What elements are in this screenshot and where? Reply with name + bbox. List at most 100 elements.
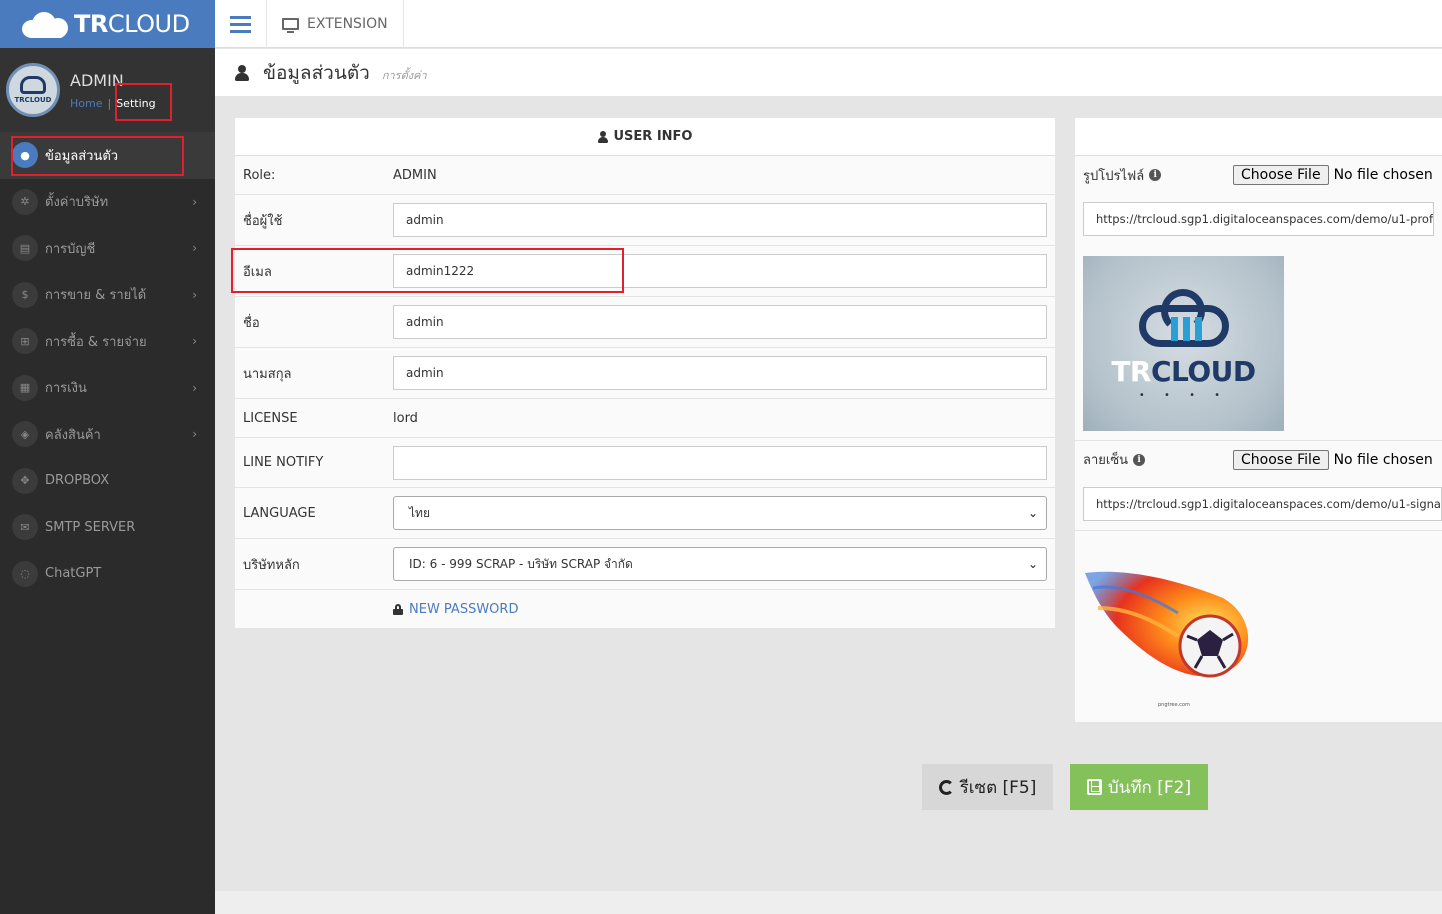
sidebar-item-10[interactable]: ◌ ChatGPT	[0, 551, 215, 598]
chevron-right-icon: ›	[192, 334, 197, 349]
firstname-label: ชื่อ	[243, 315, 260, 331]
firstname-input[interactable]: admin	[393, 305, 1047, 339]
role-value: ADMIN	[393, 167, 437, 183]
username-label: ชื่อผู้ใช้	[243, 213, 283, 229]
extension-label: EXTENSION	[307, 16, 388, 32]
sidebar-item-6[interactable]: ▦ การเงิน ›	[0, 365, 215, 412]
signature-file-row: ลายเซ็น i Choose File No file chosen	[1075, 440, 1442, 478]
language-select[interactable]: ไทย ⌄	[393, 496, 1047, 530]
sidebar-item-label: การขาย & รายได้	[45, 288, 147, 304]
signature-url-field[interactable]: https://trcloud.sgp1.digitaloceanspaces.…	[1083, 487, 1442, 521]
sidebar-item-label: DROPBOX	[45, 473, 110, 489]
reset-button[interactable]: รีเซต [F5]	[922, 764, 1053, 810]
setting-highlight-box	[115, 83, 172, 121]
sidebar-item-3[interactable]: ▤ การบัญชี ›	[0, 225, 215, 272]
chevron-down-icon: ⌄	[1027, 557, 1038, 571]
sidebar-item-4[interactable]: $ การขาย & รายได้ ›	[0, 272, 215, 319]
user-info-panel: USER INFO Role: ADMIN ชื่อผู้ใช้ admin อ…	[235, 118, 1055, 628]
user-info-heading: USER INFO	[235, 118, 1055, 156]
avatar-text: TRCLOUD	[14, 96, 52, 104]
brand-logo[interactable]: TRCLOUD	[0, 0, 215, 48]
language-label: LANGUAGE	[243, 505, 316, 521]
profile-url-field[interactable]: https://trcloud.sgp1.digitaloceanspaces.…	[1083, 202, 1434, 236]
signature-choose-file-button[interactable]: Choose File	[1233, 449, 1329, 470]
lastname-input[interactable]: admin	[393, 356, 1047, 390]
sidebar-item-label: การบัญชี	[45, 241, 96, 257]
topbar: EXTENSION	[215, 0, 1442, 48]
chevron-right-icon: ›	[192, 427, 197, 442]
chevron-right-icon: ›	[192, 241, 197, 256]
chevron-right-icon: ›	[192, 287, 197, 302]
extension-tab[interactable]: EXTENSION	[267, 0, 404, 48]
monitor-icon	[282, 18, 299, 33]
footer-band	[215, 891, 1442, 914]
sidebar-item-2[interactable]: ✲ ตั้งค่าบริษัท ›	[0, 179, 215, 226]
fireball-football-icon: pngtree.com	[1085, 571, 1249, 708]
username-input[interactable]: admin	[393, 203, 1047, 237]
license-value: lord	[393, 410, 418, 426]
lastname-label: นามสกุล	[243, 366, 292, 382]
line-notify-row: LINE NOTIFY	[235, 438, 1055, 488]
page-subtitle: การตั้งค่า	[381, 68, 427, 82]
envelope-icon: ✉	[12, 514, 38, 541]
sidebar-item-7[interactable]: ◈ คลังสินค้า ›	[0, 411, 215, 458]
chevron-down-icon: ⌄	[1027, 506, 1038, 520]
sidebar: TRCLOUD TRCLOUD ADMIN Home | Setting ● ข้…	[0, 0, 215, 914]
page-title: ข้อมูลส่วนตัว	[263, 61, 370, 84]
sidebar-item-9[interactable]: ✉ SMTP SERVER	[0, 504, 215, 551]
info-icon[interactable]: i	[1133, 453, 1146, 466]
role-row: Role: ADMIN	[235, 156, 1055, 195]
gear-icon: ✲	[12, 188, 38, 215]
logo-dots: • • • •	[1138, 389, 1229, 401]
lastname-row: นามสกุล admin	[235, 348, 1055, 399]
link-separator: |	[107, 96, 112, 110]
sidebar-menu: ● ข้อมูลส่วนตัว ✲ ตั้งค่าบริษัท › ▤ การบัญชี › $…	[0, 132, 215, 597]
new-password-row: NEW PASSWORD	[235, 590, 1055, 628]
profile-image: TRCLOUD • • • •	[1083, 256, 1284, 431]
sidebar-item-label: คลังสินค้า	[45, 427, 101, 443]
license-row: LICENSE lord	[235, 399, 1055, 438]
page-header: ข้อมูลส่วนตัว การตั้งค่า	[215, 49, 1442, 96]
dollar-icon: $	[12, 281, 38, 308]
language-row: LANGUAGE ไทย ⌄	[235, 488, 1055, 539]
company-label: บริษัทหลัก	[243, 557, 300, 573]
line-notify-input[interactable]	[393, 445, 1047, 480]
lock-icon	[393, 603, 403, 615]
license-label: LICENSE	[243, 410, 298, 426]
signature-label: ลายเซ็น i	[1083, 449, 1233, 470]
active-item-highlight-box	[11, 136, 184, 176]
home-link[interactable]: Home	[70, 97, 102, 110]
sidebar-item-8[interactable]: ✥ DROPBOX	[0, 458, 215, 505]
username-row: ชื่อผู้ใช้ admin	[235, 195, 1055, 246]
dropbox-icon: ✥	[12, 467, 38, 494]
sidebar-item-label: การเงิน	[45, 381, 87, 397]
user-icon	[235, 64, 249, 81]
logo-wordmark: TRCLOUD	[1111, 354, 1256, 388]
avatar[interactable]: TRCLOUD	[6, 63, 60, 117]
chevron-right-icon: ›	[192, 380, 197, 395]
company-select[interactable]: ID: 6 - 999 SCRAP - บริษัท SCRAP จำกัด ⌄	[393, 547, 1047, 581]
chevron-right-icon: ›	[192, 194, 197, 209]
save-button[interactable]: บันทึก [F2]	[1070, 764, 1208, 810]
signature-no-file-text: No file chosen	[1333, 451, 1433, 468]
cube-icon: ◈	[12, 421, 38, 448]
firstname-row: ชื่อ admin	[235, 297, 1055, 348]
hamburger-menu-icon[interactable]	[215, 0, 267, 48]
sidebar-item-label: ChatGPT	[45, 566, 102, 582]
profile-choose-file-button[interactable]: Choose File	[1233, 165, 1329, 185]
image-panel-header	[1075, 118, 1442, 156]
avatar-cloud-icon	[20, 76, 46, 94]
sidebar-item-label: การซื้อ & รายจ่าย	[45, 334, 147, 350]
profile-file-row: รูปโปรไฟล์ i Choose File No file chosen	[1075, 156, 1442, 194]
cloud-icon	[22, 10, 68, 38]
calendar-icon: ▦	[12, 374, 38, 401]
info-icon[interactable]: i	[1149, 169, 1162, 181]
profile-picture-label: รูปโปรไฟล์ i	[1083, 165, 1233, 186]
image-panel: รูปโปรไฟล์ i Choose File No file chosen h…	[1075, 118, 1442, 722]
user-icon	[597, 130, 608, 143]
floppy-disk-icon	[1086, 779, 1102, 795]
sidebar-item-5[interactable]: ⊞ การซื้อ & รายจ่าย ›	[0, 318, 215, 365]
company-row: บริษัทหลัก ID: 6 - 999 SCRAP - บริษัท SC…	[235, 539, 1055, 590]
new-password-link[interactable]: NEW PASSWORD	[393, 602, 1047, 617]
sidebar-item-label: ตั้งค่าบริษัท	[45, 195, 109, 211]
